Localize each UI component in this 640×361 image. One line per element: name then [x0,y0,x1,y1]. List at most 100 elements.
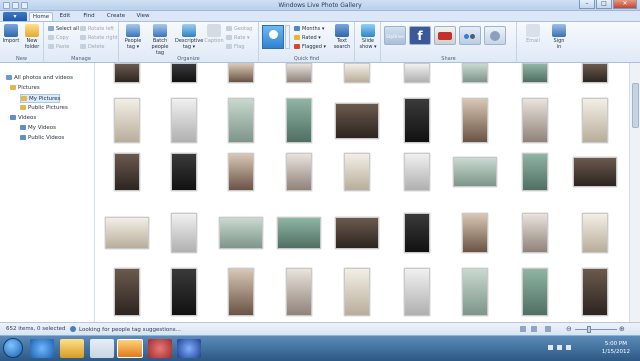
photo-thumbnail[interactable] [582,63,608,83]
photo-thumbnail[interactable] [582,98,608,143]
caption-button[interactable]: Caption [203,24,225,44]
photo-thumbnail[interactable] [404,63,430,83]
flagged-filter-button[interactable]: Flagged ▾ [294,43,326,51]
people-share-button[interactable] [484,26,506,45]
photo-thumbnail[interactable] [522,98,548,143]
itunes-icon[interactable] [177,339,201,358]
photo-thumbnail[interactable] [453,157,497,187]
photo-thumbnail[interactable] [522,268,548,316]
delete-button[interactable]: Delete [80,43,104,51]
close-button[interactable]: ✕ [613,0,637,9]
zoom-in-icon[interactable]: ⊕ [619,326,625,333]
photo-thumbnail[interactable] [462,213,488,253]
import-button[interactable]: Import [1,24,21,44]
nav-pictures[interactable]: Pictures [10,84,40,93]
file-menu-button[interactable]: ▾ [3,12,27,21]
view-grid-icon[interactable] [531,326,537,332]
media-player-icon[interactable] [90,339,114,358]
people-filter-tile[interactable] [262,25,284,49]
tray-network-icon[interactable] [557,345,562,350]
photo-thumbnail[interactable] [462,98,488,143]
email-button[interactable]: Email [521,24,545,44]
start-button[interactable] [3,338,23,358]
photo-thumbnail[interactable] [582,268,608,316]
photo-thumbnail[interactable] [404,98,430,143]
photo-thumbnail[interactable] [171,153,197,191]
photo-thumbnail[interactable] [344,63,370,83]
photo-thumbnail[interactable] [522,63,548,83]
facebook-button[interactable]: f [409,26,431,45]
rotate-icon[interactable] [545,326,551,332]
tab-edit[interactable]: Edit [56,12,74,21]
maximize-button[interactable]: □ [596,0,612,9]
explorer-icon[interactable] [60,339,84,358]
text-search-button[interactable]: Text search [331,24,353,50]
photo-thumbnail[interactable] [171,213,197,253]
photo-thumbnail[interactable] [404,268,430,316]
photo-thumbnail[interactable] [344,268,370,316]
nav-public-videos[interactable]: Public Videos [20,134,64,143]
photo-thumbnail[interactable] [286,268,312,316]
photo-thumbnail[interactable] [228,153,254,191]
photo-thumbnail[interactable] [105,217,149,249]
photo-thumbnail[interactable] [582,213,608,253]
tab-home[interactable]: Home [29,12,53,21]
people-filter-scroll[interactable] [285,25,290,49]
tray-volume-icon[interactable] [566,345,571,350]
photo-gallery-taskbar-icon[interactable] [117,339,143,358]
rotate-left-button[interactable]: Rotate left [80,25,114,33]
people-tag-button[interactable]: People tag ▾ [121,24,145,50]
photo-thumbnail[interactable] [286,153,312,191]
photo-thumbnail[interactable] [277,217,321,249]
photo-thumbnail[interactable] [522,153,548,191]
photo-thumbnail[interactable] [344,153,370,191]
tray-flag-icon[interactable] [548,345,553,350]
zoom-out-icon[interactable]: ⊖ [566,326,572,333]
batch-people-tag-button[interactable]: Batch people tag [147,24,173,56]
photo-thumbnail[interactable] [114,153,140,191]
tab-create[interactable]: Create [104,12,128,21]
photo-thumbnail[interactable] [171,63,197,83]
nav-my-pictures[interactable]: My Pictures [20,94,61,103]
tab-view[interactable]: View [133,12,153,21]
photo-thumbnail[interactable] [573,157,617,187]
youtube-button[interactable] [434,26,456,45]
nav-my-videos[interactable]: My Videos [20,124,56,133]
photo-thumbnail[interactable] [228,268,254,316]
system-clock[interactable]: 5:00 PM 1/15/2012 [602,340,630,356]
photo-thumbnail[interactable] [114,98,140,143]
photo-thumbnail[interactable] [404,153,430,191]
new-folder-button[interactable]: New folder [22,24,42,50]
photo-thumbnail[interactable] [335,102,379,139]
nav-public-pictures[interactable]: Public Pictures [20,104,68,113]
photo-thumbnail[interactable] [171,98,197,143]
tab-find[interactable]: Find [80,12,98,21]
photo-thumbnail[interactable] [286,63,312,83]
photo-thumbnail[interactable] [286,98,312,143]
geotag-button[interactable]: Geotag [226,25,252,33]
sign-in-button[interactable]: Sign in [548,24,570,50]
rotate-right-button[interactable]: Rotate right [80,34,118,42]
photo-thumbnail[interactable] [228,98,254,143]
photo-thumbnail[interactable] [522,213,548,253]
photo-thumbnail[interactable] [219,217,263,249]
view-details-icon[interactable] [520,326,526,332]
scrollbar-thumb[interactable] [632,83,639,128]
photo-thumbnail[interactable] [404,213,430,253]
nav-all-photos-videos[interactable]: All photos and videos [6,74,73,83]
descriptive-tag-button[interactable]: Descriptive tag ▾ [175,24,203,50]
rate-button[interactable]: Rate ▾ [226,34,250,42]
flag-button[interactable]: Flag [226,43,245,51]
copy-button[interactable]: Copy [48,34,69,42]
flickr-button[interactable] [459,26,481,45]
internet-explorer-icon[interactable] [30,339,54,358]
photo-thumbnail[interactable] [114,268,140,316]
photo-thumbnail[interactable] [462,268,488,316]
select-all-button[interactable]: Select all [48,25,79,33]
nav-videos[interactable]: Videos [10,114,36,123]
slide-show-button[interactable]: Slide show ▾ [357,24,379,50]
photo-thumbnail[interactable] [114,63,140,83]
vertical-scrollbar[interactable] [629,63,640,322]
photo-thumbnail[interactable] [462,63,488,83]
minimize-button[interactable]: – [579,0,595,9]
